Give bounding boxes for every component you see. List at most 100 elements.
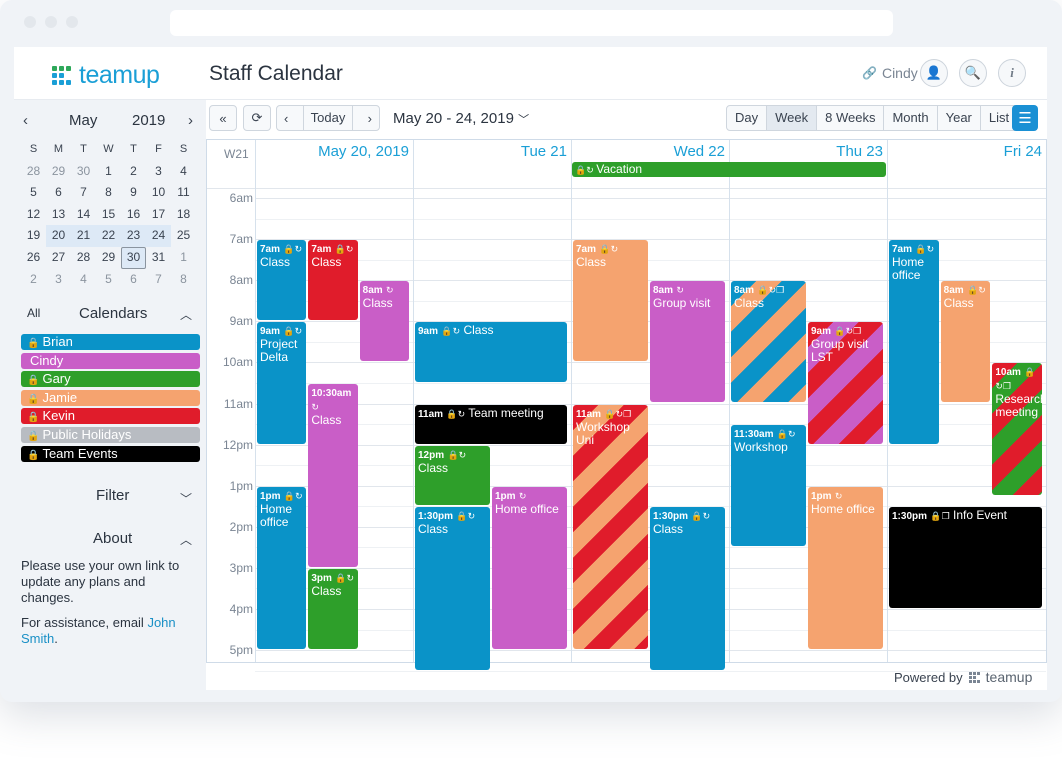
logo[interactable]: teamup <box>52 61 160 90</box>
mini-month[interactable]: May <box>69 112 97 134</box>
mini-day[interactable]: 10 <box>146 182 171 204</box>
mini-day[interactable]: 13 <box>46 204 71 226</box>
search-icon[interactable]: 🔍 <box>959 59 987 87</box>
prev-week-icon[interactable]: ‹ <box>284 111 288 126</box>
calendar-event[interactable]: 11:30am 🔒↻ Workshop <box>731 425 806 547</box>
mini-day[interactable]: 7 <box>146 269 171 291</box>
calendar-item[interactable]: 🔒 Jamie <box>21 389 200 406</box>
mini-day[interactable]: 25 <box>171 225 196 247</box>
mini-day[interactable]: 1 <box>96 161 121 183</box>
calendar-event[interactable]: 10am 🔒↻❐ Research meeting <box>992 363 1042 495</box>
day-header[interactable]: Wed 22 <box>571 143 725 160</box>
calendar-event[interactable]: 1pm 🔒↻ Home office <box>257 486 307 650</box>
calendar-event[interactable]: 11am 🔒↻❐ Workshop Uni <box>573 404 648 650</box>
mini-day[interactable]: 22 <box>96 225 121 247</box>
calendar-item[interactable]: 🔒 Brian <box>21 334 200 350</box>
day-header[interactable]: Thu 23 <box>729 143 883 160</box>
view-day-button[interactable]: Day <box>727 106 768 130</box>
mini-day[interactable]: 4 <box>71 269 96 291</box>
mini-day[interactable]: 14 <box>71 204 96 226</box>
collapse-sidebar-button[interactable]: « <box>209 105 237 131</box>
calendar-item[interactable]: 🔒 Team Events <box>21 445 200 462</box>
mini-day[interactable]: 26 <box>21 247 46 269</box>
calendars-heading[interactable]: Calendars <box>79 305 179 322</box>
mini-day[interactable]: 21 <box>71 225 96 247</box>
mini-day[interactable]: 29 <box>96 247 121 269</box>
mini-day[interactable]: 7 <box>71 182 96 204</box>
calendar-event[interactable]: 1pm ↻ Home office <box>492 486 567 650</box>
mini-day[interactable]: 30 <box>121 246 147 269</box>
all-calendars-link[interactable]: All <box>27 306 67 320</box>
mini-day[interactable]: 1 <box>171 247 196 269</box>
today-button[interactable]: Today <box>302 106 354 130</box>
user-icon[interactable]: 👤 <box>920 59 948 87</box>
calendar-item[interactable]: 🔒 Kevin <box>21 408 200 425</box>
calendar-event[interactable]: 9am 🔒↻ Project Delta <box>257 322 307 444</box>
calendar-event[interactable]: 7am 🔒↻ Home office <box>889 240 939 444</box>
mini-day[interactable]: 20 <box>46 225 71 247</box>
calendar-event[interactable]: 8am ↻ Class <box>359 281 409 362</box>
calendar-event[interactable]: 1:30pm 🔒↻ Class <box>650 507 725 670</box>
view-year-button[interactable]: Year <box>938 106 981 130</box>
mini-day[interactable]: 8 <box>171 269 196 291</box>
calendar-item[interactable]: Cindy <box>21 352 200 369</box>
calendar-item[interactable]: 🔒 Public Holidays <box>21 427 200 443</box>
mini-day[interactable]: 6 <box>46 182 71 204</box>
calendar-event[interactable]: 10:30am ↻ Class <box>308 383 358 567</box>
chevron-up-icon[interactable]: ︿ <box>180 306 192 323</box>
next-month-icon[interactable]: › <box>188 112 193 129</box>
calendar-event[interactable]: 3pm 🔒↻ Class <box>308 568 358 650</box>
calendar-event[interactable]: 7am 🔒↻ Class <box>308 240 358 321</box>
about-heading[interactable]: About <box>93 530 173 547</box>
calendar-event[interactable]: 7am 🔒↻ Class <box>257 240 307 321</box>
mini-day[interactable]: 3 <box>46 269 71 291</box>
mini-day[interactable]: 28 <box>71 247 96 269</box>
mini-day[interactable]: 3 <box>146 161 171 183</box>
prev-month-icon[interactable]: ‹ <box>23 112 28 129</box>
refresh-button[interactable]: ⟳ <box>243 105 271 131</box>
view-month-button[interactable]: Month <box>884 106 938 130</box>
mini-day[interactable]: 2 <box>121 161 146 183</box>
mini-day[interactable]: 19 <box>21 225 46 247</box>
mini-day[interactable]: 5 <box>96 269 121 291</box>
calendar-event[interactable]: 8am 🔒↻ Class <box>940 281 991 403</box>
menu-button[interactable]: ☰ <box>1012 105 1038 131</box>
date-range-dropdown[interactable]: May 20 - 24, 2019 ﹀ <box>393 110 529 127</box>
calendar-event[interactable]: 9am 🔒↻ Class <box>415 322 567 382</box>
address-bar[interactable] <box>170 10 893 36</box>
calendar-event[interactable]: 1:30pm 🔒❐ Info Event <box>889 507 1042 608</box>
mini-day[interactable]: 31 <box>146 247 171 269</box>
calendar-event[interactable]: 12pm 🔒↻ Class <box>415 445 490 506</box>
day-header[interactable]: Tue 21 <box>413 143 567 160</box>
day-header[interactable]: Fri 24 <box>887 143 1042 160</box>
mini-day[interactable]: 11 <box>171 182 196 204</box>
mini-day[interactable]: 16 <box>121 204 146 226</box>
mini-day[interactable]: 18 <box>171 204 196 226</box>
allday-event[interactable]: 🔒↻ Vacation <box>572 162 886 177</box>
mini-day[interactable]: 4 <box>171 161 196 183</box>
mini-day[interactable]: 9 <box>121 182 146 204</box>
mini-day[interactable]: 28 <box>21 161 46 183</box>
mini-day[interactable]: 17 <box>146 204 171 226</box>
calendar-event[interactable]: 8am ↻ Group visit <box>650 281 725 403</box>
mini-day[interactable]: 12 <box>21 204 46 226</box>
info-icon[interactable]: i <box>998 59 1026 87</box>
next-week-icon[interactable]: › <box>368 111 372 126</box>
calendar-event[interactable]: 7am 🔒↻ Class <box>573 240 648 362</box>
calendar-event[interactable]: 1pm ↻ Home office <box>808 486 883 650</box>
chevron-down-icon[interactable]: ﹀ <box>180 490 192 507</box>
mini-day[interactable]: 24 <box>146 225 171 247</box>
mini-year[interactable]: 2019 <box>132 112 165 134</box>
calendar-item[interactable]: 🔒 Gary <box>21 371 200 388</box>
mini-day[interactable]: 8 <box>96 182 121 204</box>
calendar-event[interactable]: 1:30pm 🔒↻ Class <box>415 507 490 670</box>
filter-heading[interactable]: Filter <box>96 487 176 504</box>
mini-day[interactable]: 23 <box>121 225 146 247</box>
user-link[interactable]: 🔗 Cindy <box>862 65 918 81</box>
chevron-up-icon[interactable]: ︿ <box>180 531 192 548</box>
mini-day[interactable]: 5 <box>21 182 46 204</box>
calendar-event[interactable]: 9am 🔒↻❐ Group visit LST <box>808 322 883 444</box>
mini-day[interactable]: 2 <box>21 269 46 291</box>
view-week-button[interactable]: Week <box>767 106 818 130</box>
view-8-weeks-button[interactable]: 8 Weeks <box>817 106 885 130</box>
